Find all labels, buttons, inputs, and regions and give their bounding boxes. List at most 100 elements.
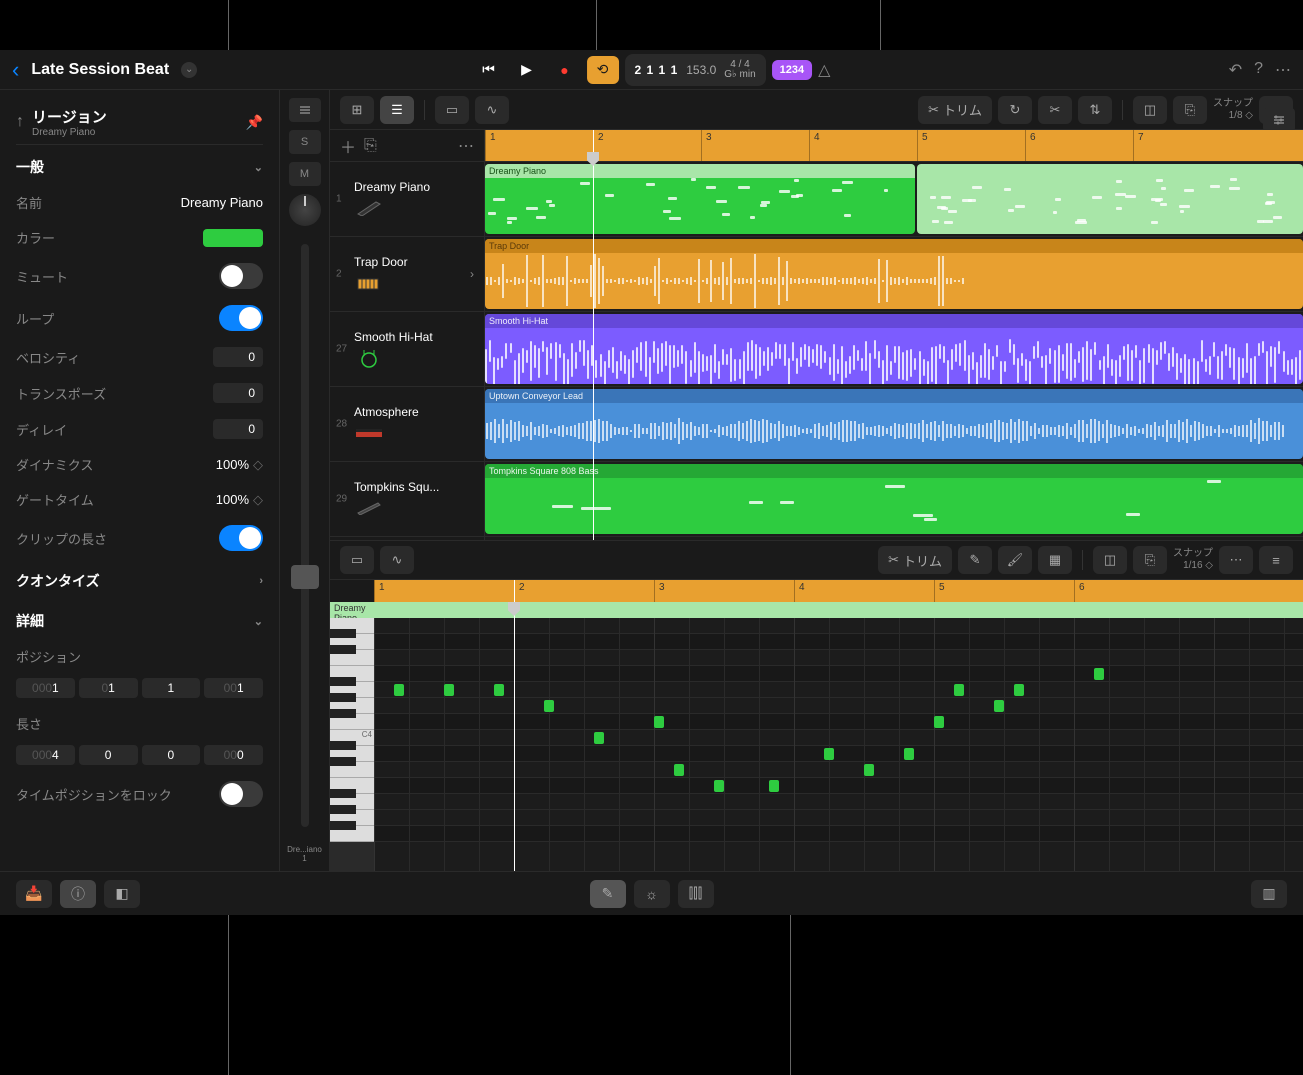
mute-button[interactable]: M bbox=[289, 162, 321, 186]
chevron-right-icon[interactable]: › bbox=[470, 267, 474, 281]
piano-keyboard[interactable]: Dreamy Piano C4 bbox=[330, 580, 374, 871]
midi-note[interactable] bbox=[954, 684, 964, 696]
region[interactable]: Uptown Conveyor Lead bbox=[485, 389, 1303, 459]
section-details[interactable]: 詳細⌄ bbox=[16, 599, 263, 639]
record-button[interactable]: ● bbox=[549, 56, 581, 84]
track-lane[interactable]: Uptown Conveyor Lead bbox=[485, 387, 1303, 462]
len-div[interactable]: 0 bbox=[142, 745, 201, 765]
editor-automation-button[interactable]: ∿ bbox=[380, 546, 414, 574]
inspector-up-button[interactable]: ↑ bbox=[16, 113, 24, 131]
project-title[interactable]: Late Session Beat bbox=[31, 61, 169, 79]
pan-knob[interactable] bbox=[289, 194, 321, 226]
automation-button[interactable]: ∿ bbox=[475, 96, 509, 124]
editor-handle-button[interactable]: ≡ bbox=[1259, 546, 1293, 574]
section-general[interactable]: 一般⌄ bbox=[16, 145, 263, 185]
edit-tool-button[interactable]: ✎ bbox=[590, 880, 626, 908]
keyboard-button[interactable]: ▥ bbox=[1251, 880, 1287, 908]
track-lane[interactable]: Tompkins Square 808 Bass bbox=[485, 462, 1303, 537]
section-quantize[interactable]: クオンタイズ› bbox=[16, 559, 263, 599]
len-bar[interactable]: 0004 bbox=[16, 745, 75, 765]
editor-snap-selector[interactable]: スナップ1/16 ◇ bbox=[1173, 548, 1213, 572]
pos-div[interactable]: 1 bbox=[142, 678, 201, 698]
library-button[interactable]: 📥 bbox=[16, 880, 52, 908]
trim-tool-button[interactable]: ✂ トリム bbox=[918, 96, 992, 124]
pin-icon[interactable]: 📌 bbox=[246, 114, 263, 131]
region[interactable]: Smooth Hi-Hat bbox=[485, 314, 1303, 384]
move-tool-button[interactable]: ⇅ bbox=[1078, 96, 1112, 124]
midi-note[interactable] bbox=[714, 780, 724, 792]
timeline-ruler[interactable]: 1234567 bbox=[485, 130, 1303, 162]
scissors-button[interactable]: ✂ bbox=[1038, 96, 1072, 124]
midi-note[interactable] bbox=[1094, 668, 1104, 680]
track-header[interactable]: 28 Atmosphere bbox=[330, 387, 484, 462]
rewind-button[interactable]: ⏮ bbox=[473, 56, 505, 84]
dynamics-value[interactable]: 100% bbox=[216, 457, 249, 472]
region[interactable]: Trap Door bbox=[485, 239, 1303, 309]
track-lane[interactable]: Smooth Hi-Hat bbox=[485, 312, 1303, 387]
grid-view-button[interactable]: ⊞ bbox=[340, 96, 374, 124]
pos-beat[interactable]: 01 bbox=[79, 678, 138, 698]
smart-controls-button[interactable]: ☼ bbox=[634, 880, 670, 908]
track-header[interactable]: 27 Smooth Hi-Hat bbox=[330, 312, 484, 387]
back-button[interactable]: ‹ bbox=[12, 57, 19, 83]
duplicate-track-button[interactable]: ⎘ bbox=[364, 137, 377, 155]
piano-roll-playhead[interactable] bbox=[514, 580, 515, 871]
lock-toggle[interactable] bbox=[219, 781, 263, 807]
midi-note[interactable] bbox=[904, 748, 914, 760]
len-beat[interactable]: 0 bbox=[79, 745, 138, 765]
midi-note[interactable] bbox=[494, 684, 504, 696]
undo-button[interactable]: ↶ bbox=[1229, 60, 1242, 80]
transpose-value[interactable]: 0 bbox=[213, 383, 263, 403]
editor-select-button[interactable]: ◫ bbox=[1093, 546, 1127, 574]
editor-more-button[interactable]: ⋯ bbox=[1219, 546, 1253, 574]
midi-note[interactable] bbox=[394, 684, 404, 696]
volume-fader[interactable] bbox=[301, 244, 309, 827]
strip-settings-button[interactable] bbox=[289, 98, 321, 122]
track-options-button[interactable]: ⋯ bbox=[458, 136, 474, 156]
help-button[interactable]: ? bbox=[1254, 60, 1263, 80]
editor-trim-button[interactable]: ✂ トリム bbox=[878, 546, 952, 574]
midi-note[interactable] bbox=[934, 716, 944, 728]
midi-note[interactable] bbox=[654, 716, 664, 728]
region-tool-button[interactable]: ▭ bbox=[435, 96, 469, 124]
loop-toggle[interactable] bbox=[219, 305, 263, 331]
midi-note[interactable] bbox=[594, 732, 604, 744]
browser-button[interactable]: ◧ bbox=[104, 880, 140, 908]
midi-note[interactable] bbox=[1014, 684, 1024, 696]
pos-bar[interactable]: 00000011 bbox=[16, 678, 75, 698]
loop-tool-button[interactable]: ↻ bbox=[998, 96, 1032, 124]
more-menu-button[interactable]: ⋯ bbox=[1275, 60, 1291, 80]
mixer-button[interactable]: ⫿⫿⫿ bbox=[678, 880, 714, 908]
metronome-button[interactable]: △ bbox=[818, 60, 830, 80]
track-header[interactable]: 29 Tompkins Squ... bbox=[330, 462, 484, 537]
editor-velocity-button[interactable]: ▦ bbox=[1038, 546, 1072, 574]
gatetime-value[interactable]: 100% bbox=[216, 492, 249, 507]
editor-copy-button[interactable]: ⎘ bbox=[1133, 546, 1167, 574]
midi-note[interactable] bbox=[769, 780, 779, 792]
select-tool-button[interactable]: ◫ bbox=[1133, 96, 1167, 124]
midi-note[interactable] bbox=[444, 684, 454, 696]
len-tick tick[interactable]: 000 bbox=[204, 745, 263, 765]
snap-selector[interactable]: スナップ1/8 ◇ bbox=[1213, 98, 1253, 122]
color-swatch[interactable] bbox=[203, 229, 263, 247]
midi-note[interactable] bbox=[824, 748, 834, 760]
info-button[interactable]: ⓘ bbox=[60, 880, 96, 908]
pos-tick[interactable]: 001 bbox=[204, 678, 263, 698]
list-view-button[interactable]: ☰ bbox=[380, 96, 414, 124]
midi-note[interactable] bbox=[674, 764, 684, 776]
mute-toggle[interactable] bbox=[219, 263, 263, 289]
delay-value[interactable]: 0 bbox=[213, 419, 263, 439]
count-in-button[interactable]: 1234 bbox=[772, 60, 812, 80]
add-track-button[interactable]: ＋ bbox=[340, 134, 356, 158]
editor-brush-button[interactable]: 🖌 bbox=[998, 546, 1032, 574]
track-lane[interactable]: Trap Door bbox=[485, 237, 1303, 312]
midi-note[interactable] bbox=[864, 764, 874, 776]
midi-note[interactable] bbox=[544, 700, 554, 712]
playhead[interactable] bbox=[593, 130, 594, 540]
name-value[interactable]: Dreamy Piano bbox=[181, 195, 263, 210]
editor-region-button[interactable]: ▭ bbox=[340, 546, 374, 574]
solo-button[interactable]: S bbox=[289, 130, 321, 154]
region[interactable]: Dreamy Piano bbox=[485, 164, 915, 234]
editor-pencil-button[interactable]: ✎ bbox=[958, 546, 992, 574]
track-header[interactable]: 1 Dreamy Piano bbox=[330, 162, 484, 237]
